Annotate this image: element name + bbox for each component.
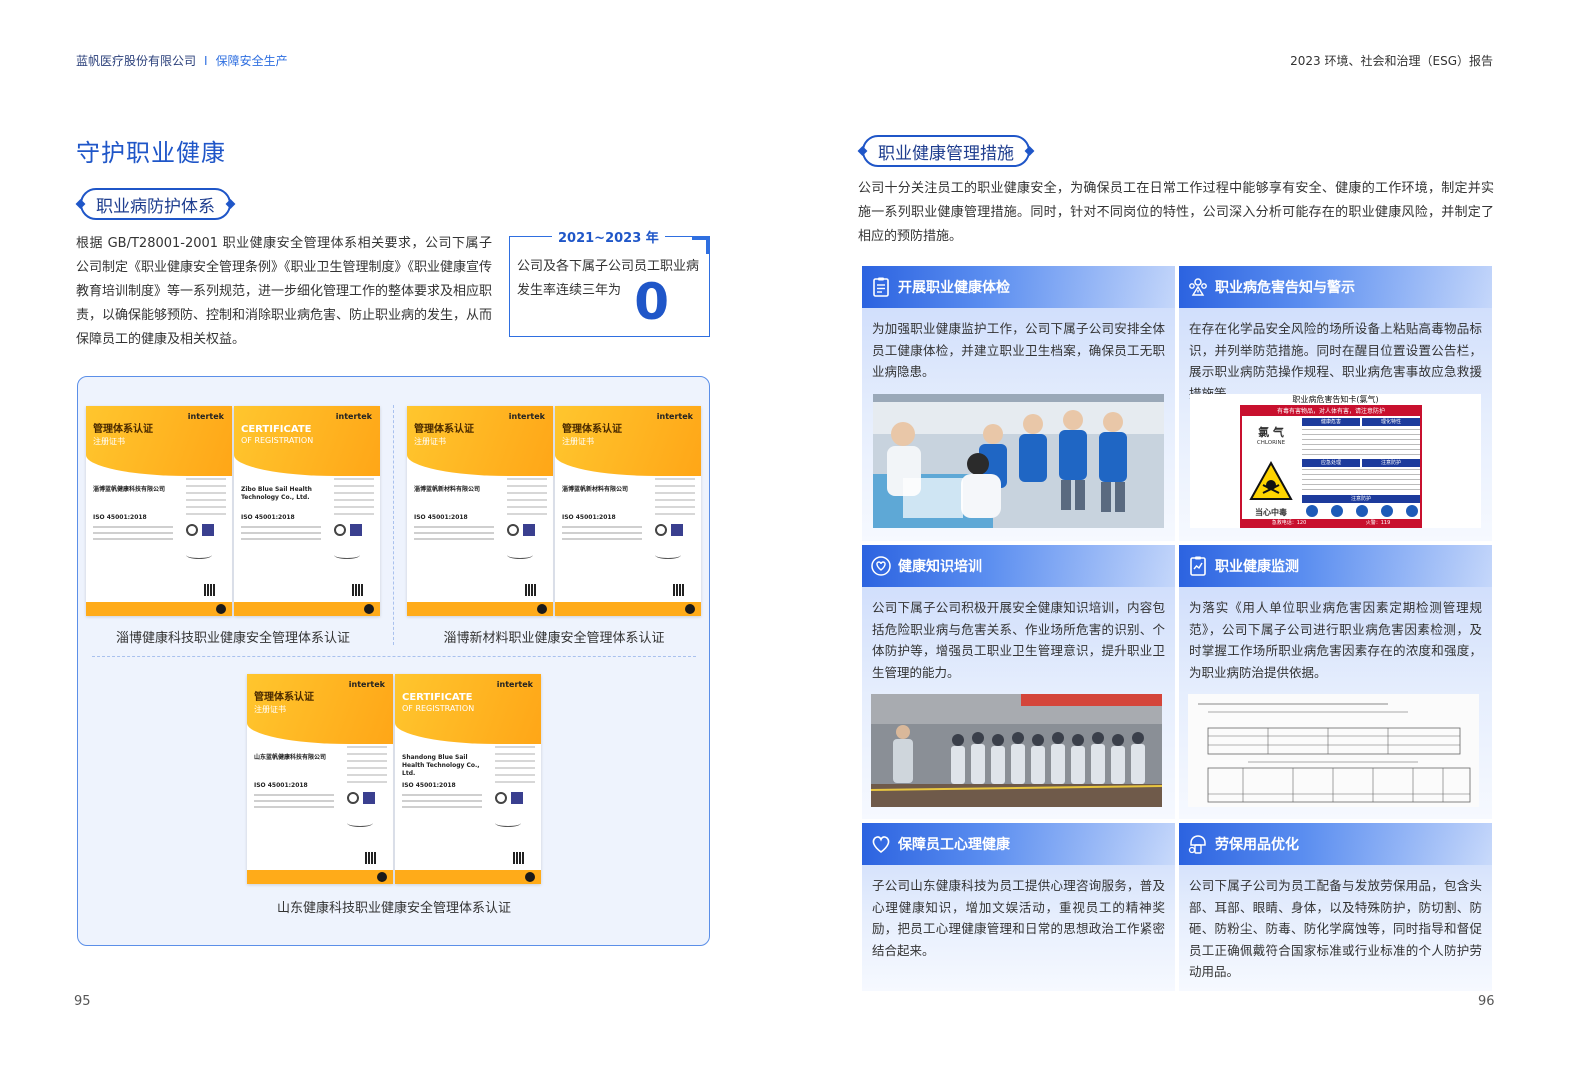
card-title: 职业病危害告知与警示: [1215, 280, 1355, 296]
card-body: 为加强职业健康监护工作，公司下属子公司安排全体员工健康体检，并建立职业卫生档案，…: [872, 321, 1165, 379]
certification-logo-icon: [216, 604, 226, 614]
stat-years: 2021~2023 年: [552, 227, 665, 246]
certificate-caption-3: 山东健康科技职业健康安全管理体系认证: [276, 901, 511, 916]
card-body: 公司下属子公司积极开展安全健康知识培训，内容包括危险职业病与危害关系、作业场所危…: [872, 600, 1165, 680]
precautions-label: 注意防护: [1362, 459, 1420, 467]
certificate-cn-zibo-health: intertek 管理体系认证 注册证书 淄博蓝帆健康科技有限公司 ISO 45…: [86, 406, 232, 616]
intro-paragraph: 根据 GB/T28001-2001 职业健康安全管理体系相关要求，公司下属子公司…: [76, 236, 493, 347]
horizontal-divider: [92, 656, 696, 657]
certification-logo-icon: [364, 604, 374, 614]
certification-logo-icon: [525, 872, 535, 882]
subsection-heading-right: 职业健康管理措施: [862, 135, 1030, 167]
certificate-cn-zibo-material-2: intertek 管理体系认证 注册证书 淄博蓝帆新材料有限公司 ISO 450…: [555, 406, 701, 616]
stat-box: 2021~2023 年 公司及各下属子公司员工职业病发生率连续三年为 0: [509, 227, 710, 337]
warning-card-frame: 有毒有害物品，对人体有害，请注意防护 氯 气 CHLORINE 健康危害 理化特…: [1240, 405, 1422, 528]
heart-hands-icon: [870, 555, 892, 577]
certificate-cn-shandong-health: intertek 管理体系认证 注册证书 山东蓝帆健康科技有限公司 ISO 45…: [247, 674, 393, 884]
emergency-phone-bar: 急救电话：120 火警：119: [1242, 519, 1420, 527]
training-photo: [871, 694, 1162, 807]
card-body: 为落实《用人单位职业病危害因素定期检测管理规范》，公司下属子公司进行职业病危害因…: [1189, 600, 1482, 680]
running-header-left: 蓝帆医疗股份有限公司 I 保障安全生产: [76, 52, 288, 69]
card-title: 保障员工心理健康: [898, 837, 1010, 853]
card-protective-equipment: 劳保用品优化 公司下属子公司为员工配备与发放劳保用品，包含头部、耳部、眼睛、身体…: [1179, 823, 1492, 991]
card-title: 开展职业健康体检: [898, 280, 1010, 296]
clipboard-icon: [870, 276, 892, 298]
right-intro-paragraph: 公司十分关注员工的职业健康安全，为确保员工在日常工作过程中能够享有安全、健康的工…: [858, 181, 1494, 244]
certificate-cn-zibo-material-1: intertek 管理体系认证 注册证书 淄博蓝帆新材料有限公司 ISO 450…: [407, 406, 553, 616]
card-body: 公司下属子公司为员工配备与发放劳保用品，包含头部、耳部、眼睛、身体，以及特殊防护…: [1189, 878, 1482, 979]
card-body: 子公司山东健康科技为员工提供心理咨询服务，普及心理健康知识，增加文娱活动，重视员…: [872, 878, 1165, 958]
card-title: 劳保用品优化: [1215, 837, 1299, 853]
report-title: 2023 环境、社会和治理（ESG）报告: [1290, 54, 1493, 68]
section-name: 保障安全生产: [215, 54, 288, 68]
company-name: 蓝帆医疗股份有限公司: [76, 54, 197, 68]
subsection-heading: 职业病防护体系: [80, 188, 231, 220]
certificate-en-shandong-health: intertek CERTIFICATE OF REGISTRATION Sha…: [395, 674, 541, 884]
warning-people-icon: [1187, 276, 1209, 298]
properties-label: 理化特性: [1362, 418, 1420, 426]
certificate-en-zibo-health: intertek CERTIFICATE OF REGISTRATION Zib…: [234, 406, 380, 616]
warning-card-banner: 有毒有害物品，对人体有害，请注意防护: [1242, 407, 1420, 416]
health-checkup-photo: [873, 394, 1164, 528]
page-number-left: 95: [74, 994, 91, 1009]
certification-logo-icon: [377, 872, 387, 882]
card-health-training: 健康知识培训 公司下属子公司积极开展安全健康知识培训，内容包括危险职业病与危害关…: [862, 545, 1175, 819]
protection-label: 注意防护: [1302, 495, 1420, 503]
heart-icon: [870, 833, 892, 855]
certification-logo-icon: [537, 604, 547, 614]
page-number-right: 96: [1478, 994, 1495, 1009]
stat-value: 0: [634, 273, 669, 331]
card-mental-health: 保障员工心理健康 子公司山东健康科技为员工提供心理咨询服务，普及心理健康知识，增…: [862, 823, 1175, 991]
warning-card-title: 职业病危害告知卡(氯气): [1292, 395, 1379, 404]
card-hazard-notification: 职业病危害告知与警示 在存在化学品安全风险的场所设备上粘贴高毒物品标识，并列举防…: [1179, 266, 1492, 541]
stat-text: 公司及各下属子公司员工职业病发生率连续三年为: [517, 259, 700, 298]
first-aid-label: 应急处理: [1302, 459, 1360, 467]
header-separator: I: [204, 53, 208, 68]
certificate-caption-1: 淄博健康科技职业健康安全管理体系认证: [115, 631, 350, 646]
poison-warning-icon: [1246, 459, 1296, 505]
card-title: 职业健康监测: [1215, 559, 1299, 575]
certification-logo-icon: [685, 604, 695, 614]
certificate-caption-2: 淄博新材料职业健康安全管理体系认证: [443, 631, 665, 646]
card-body: 在存在化学品安全风险的场所设备上粘贴高毒物品标识，并列举防范措施。同时在醒目位置…: [1189, 321, 1482, 401]
substance-name: 氯 气 CHLORINE: [1256, 426, 1286, 446]
vertical-divider: [393, 405, 394, 645]
stat-corner-decoration: [692, 236, 710, 254]
health-hazard-label: 健康危害: [1302, 418, 1360, 426]
hazard-label: 当心中毒: [1255, 508, 1287, 517]
ppe-icons-row: [1306, 505, 1418, 519]
monitor-report-icon: [1187, 555, 1209, 577]
protective-gear-icon: [1187, 833, 1209, 855]
card-health-checkup: 开展职业健康体检 为加强职业健康监护工作，公司下属子公司安排全体员工健康体检，并…: [862, 266, 1175, 541]
card-health-monitoring: 职业健康监测 为落实《用人单位职业病危害因素定期检测管理规范》，公司下属子公司进…: [1179, 545, 1492, 819]
page-title: 守护职业健康: [76, 139, 226, 167]
card-title: 健康知识培训: [898, 559, 982, 575]
monitoring-report-image: [1188, 694, 1479, 807]
hazard-warning-card-image: 职业病危害告知卡(氯气) 有毒有害物品，对人体有害，请注意防护 氯 气 CHLO…: [1190, 394, 1481, 528]
